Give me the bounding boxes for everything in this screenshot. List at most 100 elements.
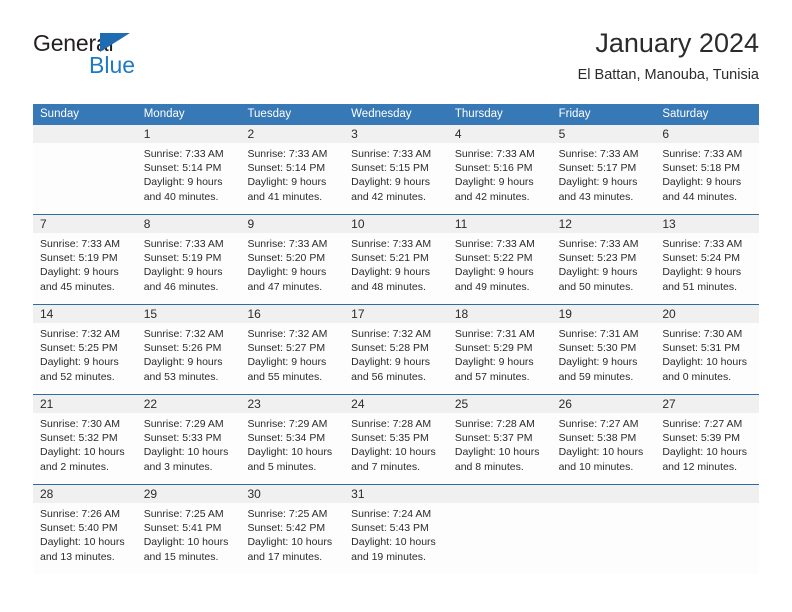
- calendar-day-cell[interactable]: 20 Sunrise: 7:30 AM Sunset: 5:31 PM Dayligh…: [655, 305, 760, 394]
- day-details: Sunrise: 7:27 AM Sunset: 5:38 PM Daylight:…: [552, 413, 656, 474]
- general-blue-logo[interactable]: General Blue: [33, 30, 253, 86]
- calendar-day-cell[interactable]: 27 Sunrise: 7:27 AM Sunset: 5:39 PM Dayligh…: [655, 395, 760, 484]
- day-number: 17: [351, 307, 365, 321]
- day-number-band: 25: [447, 395, 552, 413]
- day-number: 24: [351, 397, 365, 411]
- calendar-day-cell[interactable]: 3 Sunrise: 7:33 AM Sunset: 5:15 PM Daylight…: [344, 125, 448, 214]
- daylight-text: Daylight: 9 hours: [662, 266, 742, 279]
- day-details: Sunrise: 7:33 AM Sunset: 5:20 PM Daylight:…: [240, 233, 344, 294]
- calendar-day-cell[interactable]: 5 Sunrise: 7:33 AM Sunset: 5:17 PM Daylight…: [551, 125, 656, 214]
- triangle-icon: [100, 33, 130, 52]
- daylight-text-cont: and 8 minutes.: [454, 460, 524, 473]
- day-details: Sunrise: 7:33 AM Sunset: 5:22 PM Daylight:…: [448, 233, 552, 294]
- day-details: Sunrise: 7:33 AM Sunset: 5:16 PM Daylight:…: [448, 143, 552, 204]
- day-number: 23: [247, 397, 261, 411]
- day-number: 4: [454, 127, 462, 141]
- calendar-day-cell[interactable]: 14 Sunrise: 7:32 AM Sunset: 5:25 PM Dayligh…: [33, 305, 137, 394]
- calendar-day-cell[interactable]: 8 Sunrise: 7:33 AM Sunset: 5:19 PM Daylight…: [136, 215, 241, 304]
- daylight-text-cont: and 55 minutes.: [247, 370, 323, 383]
- day-number: 8: [143, 217, 151, 231]
- daylight-text: Daylight: 9 hours: [558, 266, 638, 279]
- calendar-day-cell[interactable]: 10 Sunrise: 7:33 AM Sunset: 5:21 PM Dayligh…: [344, 215, 448, 304]
- calendar-day-cell[interactable]: 16 Sunrise: 7:32 AM Sunset: 5:27 PM Dayligh…: [240, 305, 345, 394]
- calendar-day-cell[interactable]: 26 Sunrise: 7:27 AM Sunset: 5:38 PM Dayligh…: [551, 395, 656, 484]
- daylight-text-cont: and 10 minutes.: [558, 460, 634, 473]
- day-number: 28: [40, 487, 54, 501]
- calendar-day-cell[interactable]: 15 Sunrise: 7:32 AM Sunset: 5:26 PM Dayligh…: [136, 305, 241, 394]
- sunset-text: Sunset: 5:32 PM: [40, 432, 118, 445]
- day-details: Sunrise: 7:33 AM Sunset: 5:17 PM Daylight:…: [552, 143, 656, 204]
- day-number-band: 7: [33, 215, 137, 233]
- calendar-day-cell[interactable]: 2 Sunrise: 7:33 AM Sunset: 5:14 PM Daylight…: [240, 125, 345, 214]
- calendar-day-cell[interactable]: 6 Sunrise: 7:33 AM Sunset: 5:18 PM Daylight…: [655, 125, 760, 214]
- calendar-day-cell[interactable]: 22 Sunrise: 7:29 AM Sunset: 5:33 PM Dayligh…: [136, 395, 241, 484]
- sunrise-text: Sunrise: 7:33 AM: [143, 238, 224, 250]
- calendar-day-cell[interactable]: 25 Sunrise: 7:28 AM Sunset: 5:37 PM Dayligh…: [447, 395, 552, 484]
- calendar-day-cell[interactable]: 7 Sunrise: 7:33 AM Sunset: 5:19 PM Daylight…: [33, 215, 137, 304]
- calendar-week-row: 7 Sunrise: 7:33 AM Sunset: 5:19 PM Daylight…: [33, 214, 760, 304]
- calendar-day-cell[interactable]: 17 Sunrise: 7:32 AM Sunset: 5:28 PM Dayligh…: [344, 305, 448, 394]
- daylight-text: Daylight: 10 hours: [40, 446, 125, 459]
- daylight-text: Daylight: 9 hours: [351, 356, 430, 369]
- sunset-text: Sunset: 5:43 PM: [351, 522, 429, 535]
- calendar-page: General Blue January 2024 El Battan, Man…: [0, 0, 792, 612]
- page-title: January 2024: [595, 28, 759, 58]
- daylight-text-cont: and 43 minutes.: [558, 190, 634, 203]
- daylight-text: Daylight: 10 hours: [40, 536, 125, 549]
- day-details: Sunrise: 7:33 AM Sunset: 5:18 PM Daylight:…: [655, 143, 759, 204]
- calendar-day-cell[interactable]: 23 Sunrise: 7:29 AM Sunset: 5:34 PM Dayligh…: [240, 395, 345, 484]
- sunrise-text: Sunrise: 7:27 AM: [662, 418, 743, 430]
- daylight-text-cont: and 48 minutes.: [351, 280, 426, 293]
- day-details: Sunrise: 7:28 AM Sunset: 5:37 PM Daylight:…: [448, 413, 552, 474]
- calendar-day-cell[interactable]: 21 Sunrise: 7:30 AM Sunset: 5:32 PM Dayligh…: [33, 395, 137, 484]
- calendar-day-cell[interactable]: 12 Sunrise: 7:33 AM Sunset: 5:23 PM Dayligh…: [551, 215, 656, 304]
- daylight-text-cont: and 2 minutes.: [40, 460, 109, 473]
- sunrise-text: Sunrise: 7:33 AM: [662, 148, 743, 160]
- day-details: Sunrise: 7:31 AM Sunset: 5:29 PM Daylight:…: [448, 323, 552, 384]
- daylight-text: Daylight: 9 hours: [247, 356, 327, 369]
- location-subtitle: El Battan, Manouba, Tunisia: [577, 67, 759, 83]
- calendar-empty-cell: [551, 485, 656, 574]
- sunrise-text: Sunrise: 7:25 AM: [247, 508, 328, 520]
- day-number: 12: [558, 217, 572, 231]
- daylight-text-cont: and 42 minutes.: [454, 190, 530, 203]
- daylight-text: Daylight: 9 hours: [351, 266, 430, 279]
- day-number: 9: [247, 217, 255, 231]
- daylight-text: Daylight: 9 hours: [143, 356, 223, 369]
- calendar-day-cell[interactable]: 9 Sunrise: 7:33 AM Sunset: 5:20 PM Daylight…: [240, 215, 345, 304]
- daylight-text: Daylight: 10 hours: [351, 446, 436, 459]
- daylight-text: Daylight: 10 hours: [662, 356, 747, 369]
- calendar-day-cell[interactable]: 11 Sunrise: 7:33 AM Sunset: 5:22 PM Dayligh…: [447, 215, 552, 304]
- daylight-text-cont: and 17 minutes.: [247, 550, 323, 563]
- day-number-band: 26: [551, 395, 656, 413]
- calendar-day-cell[interactable]: 24 Sunrise: 7:28 AM Sunset: 5:35 PM Dayligh…: [344, 395, 448, 484]
- day-number-band: 2: [240, 125, 345, 143]
- sunrise-text: Sunrise: 7:33 AM: [454, 148, 535, 160]
- daylight-text-cont: and 5 minutes.: [247, 460, 317, 473]
- day-number-band: 13: [655, 215, 760, 233]
- calendar-day-cell[interactable]: 28 Sunrise: 7:26 AM Sunset: 5:40 PM Dayligh…: [33, 485, 137, 574]
- sunset-text: Sunset: 5:22 PM: [454, 252, 533, 265]
- calendar-day-cell[interactable]: 29 Sunrise: 7:25 AM Sunset: 5:41 PM Dayligh…: [136, 485, 241, 574]
- day-details: Sunrise: 7:24 AM Sunset: 5:43 PM Daylight:…: [344, 503, 448, 564]
- calendar-day-cell[interactable]: 18 Sunrise: 7:31 AM Sunset: 5:29 PM Dayligh…: [447, 305, 552, 394]
- daylight-text-cont: and 51 minutes.: [662, 280, 738, 293]
- calendar-day-cell[interactable]: 1 Sunrise: 7:33 AM Sunset: 5:14 PM Daylight…: [136, 125, 241, 214]
- calendar-day-cell[interactable]: 13 Sunrise: 7:33 AM Sunset: 5:24 PM Dayligh…: [655, 215, 760, 304]
- calendar-day-cell[interactable]: 4 Sunrise: 7:33 AM Sunset: 5:16 PM Daylight…: [447, 125, 552, 214]
- calendar-day-cell[interactable]: 31 Sunrise: 7:24 AM Sunset: 5:43 PM Dayligh…: [344, 485, 448, 574]
- calendar-day-cell[interactable]: 30 Sunrise: 7:25 AM Sunset: 5:42 PM Dayligh…: [240, 485, 345, 574]
- sunset-text: Sunset: 5:34 PM: [247, 432, 326, 445]
- day-details: Sunrise: 7:33 AM Sunset: 5:24 PM Daylight:…: [655, 233, 759, 294]
- sunrise-text: Sunrise: 7:33 AM: [351, 238, 432, 250]
- sunset-text: Sunset: 5:41 PM: [143, 522, 222, 535]
- day-number-band: 11: [447, 215, 552, 233]
- sunrise-text: Sunrise: 7:27 AM: [558, 418, 639, 430]
- daylight-text-cont: and 50 minutes.: [558, 280, 634, 293]
- day-details: Sunrise: 7:29 AM Sunset: 5:33 PM Daylight:…: [137, 413, 241, 474]
- day-number: 7: [40, 217, 47, 231]
- daylight-text-cont: and 52 minutes.: [40, 370, 115, 383]
- daylight-text: Daylight: 9 hours: [662, 176, 742, 189]
- day-number-band: 3: [344, 125, 448, 143]
- calendar-day-cell[interactable]: 19 Sunrise: 7:31 AM Sunset: 5:30 PM Dayligh…: [551, 305, 656, 394]
